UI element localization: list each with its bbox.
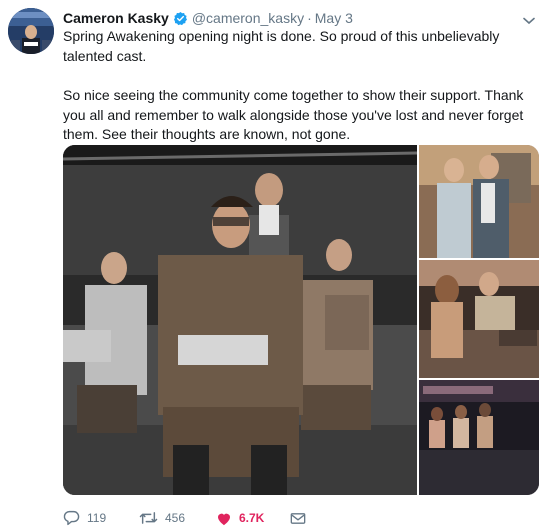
heart-icon	[218, 513, 230, 525]
retweet-icon	[139, 512, 158, 524]
like-button[interactable]: 6.7K	[216, 511, 290, 526]
chevron-down-icon[interactable]	[523, 12, 535, 25]
header-separator: ·	[307, 10, 312, 26]
media-grid	[63, 145, 539, 495]
action-bar: 119 456 6.7K	[63, 508, 313, 528]
reply-bubble-icon	[63, 510, 80, 526]
side-photo-1[interactable]	[419, 145, 539, 258]
envelope-icon	[290, 512, 306, 524]
tweet-header: Cameron Kasky @cameron_kasky · May 3	[63, 9, 517, 27]
verified-badge-icon	[173, 11, 188, 26]
direct-message-button[interactable]	[290, 512, 313, 525]
like-count: 6.7K	[239, 511, 265, 525]
tweet-paragraph-2: So nice seeing the community come togeth…	[63, 87, 524, 142]
tweet-card[interactable]: Cameron Kasky @cameron_kasky · May 3 Spr…	[0, 0, 547, 529]
author-name[interactable]: Cameron Kasky	[63, 10, 169, 26]
avatar[interactable]	[8, 8, 54, 54]
retweet-count: 456	[165, 511, 186, 525]
reply-count: 119	[87, 511, 107, 525]
author-handle[interactable]: @cameron_kasky	[192, 10, 304, 26]
reply-button[interactable]: 119	[63, 510, 139, 526]
tweet-text: Spring Awakening opening night is done. …	[63, 27, 533, 145]
side-photo-3[interactable]	[419, 380, 539, 495]
tweet-date[interactable]: May 3	[315, 10, 353, 26]
retweet-button[interactable]: 456	[139, 511, 216, 525]
main-stage-photo[interactable]	[63, 145, 417, 495]
side-photo-2[interactable]	[419, 260, 539, 378]
tweet-paragraph-1: Spring Awakening opening night is done. …	[63, 28, 500, 64]
